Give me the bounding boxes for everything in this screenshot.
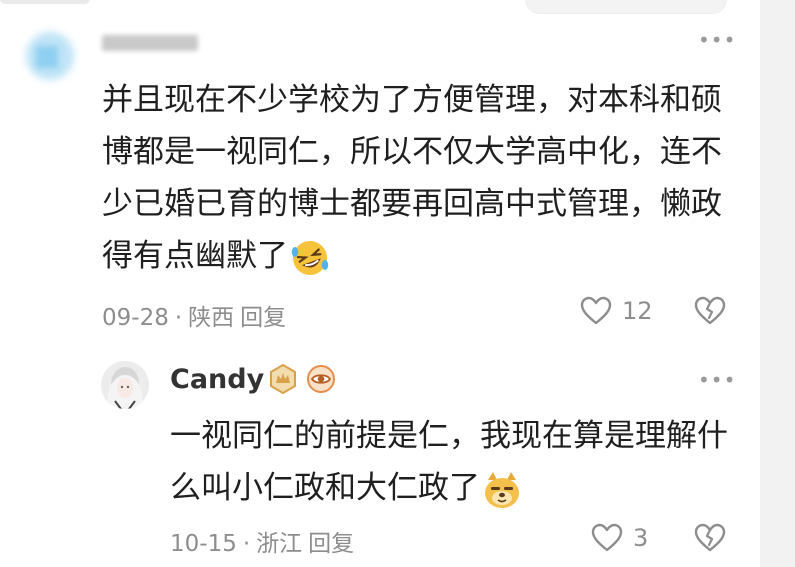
avatar[interactable] — [101, 361, 149, 409]
comment-body: 一视同仁的前提是仁，我现在算是理解什么叫小仁政和大仁政了 — [170, 418, 728, 506]
comment-location: 陕西 — [188, 305, 235, 331]
heart-icon — [591, 523, 623, 552]
meta-separator: · — [174, 305, 183, 331]
like-button[interactable]: 12 — [580, 296, 653, 326]
comment-text: 一视同仁的前提是仁，我现在算是理解什么叫小仁政和大仁政了 — [170, 410, 730, 514]
rofl-emoji-icon — [291, 240, 329, 275]
author-name[interactable]: Candy — [170, 364, 264, 395]
doge-emoji-icon — [485, 471, 519, 508]
eye-badge-icon[interactable] — [306, 364, 336, 394]
like-count: 3 — [633, 524, 649, 552]
comment-text: 并且现在不少学校为了方便管理，对本科和硕博都是一视同仁，所以不仅大学高中化，连不… — [102, 74, 722, 282]
reply-button[interactable]: 回复 — [308, 531, 354, 557]
reply-button[interactable]: 回复 — [240, 305, 286, 331]
like-count: 12 — [622, 297, 653, 325]
comment-location: 浙江 — [256, 531, 303, 557]
more-options-icon[interactable]: ••• — [698, 30, 736, 50]
avatar-illustration — [101, 361, 149, 409]
side-scroll-area — [760, 0, 795, 567]
comment-body: 并且现在不少学校为了方便管理，对本科和硕博都是一视同仁，所以不仅大学高中化，连不… — [102, 82, 722, 274]
level-badge-icon[interactable] — [268, 364, 298, 394]
broken-heart-icon[interactable] — [694, 296, 726, 326]
avatar[interactable] — [22, 30, 78, 86]
broken-heart-icon[interactable] — [694, 523, 726, 553]
comment-date: 09-28 — [102, 305, 169, 331]
previous-content-fragment — [0, 0, 90, 4]
comment-date: 10-15 — [170, 531, 237, 557]
meta-separator: · — [242, 531, 251, 557]
input-pill[interactable] — [525, 0, 727, 14]
like-button[interactable]: 3 — [591, 523, 648, 553]
author-name-redacted[interactable] — [102, 35, 198, 51]
comment-meta: 10-15 · 浙江 回复 — [170, 524, 354, 558]
heart-icon — [580, 296, 612, 325]
more-options-icon[interactable]: ••• — [698, 370, 736, 390]
comment-meta: 09-28 · 陕西 回复 — [102, 298, 286, 332]
